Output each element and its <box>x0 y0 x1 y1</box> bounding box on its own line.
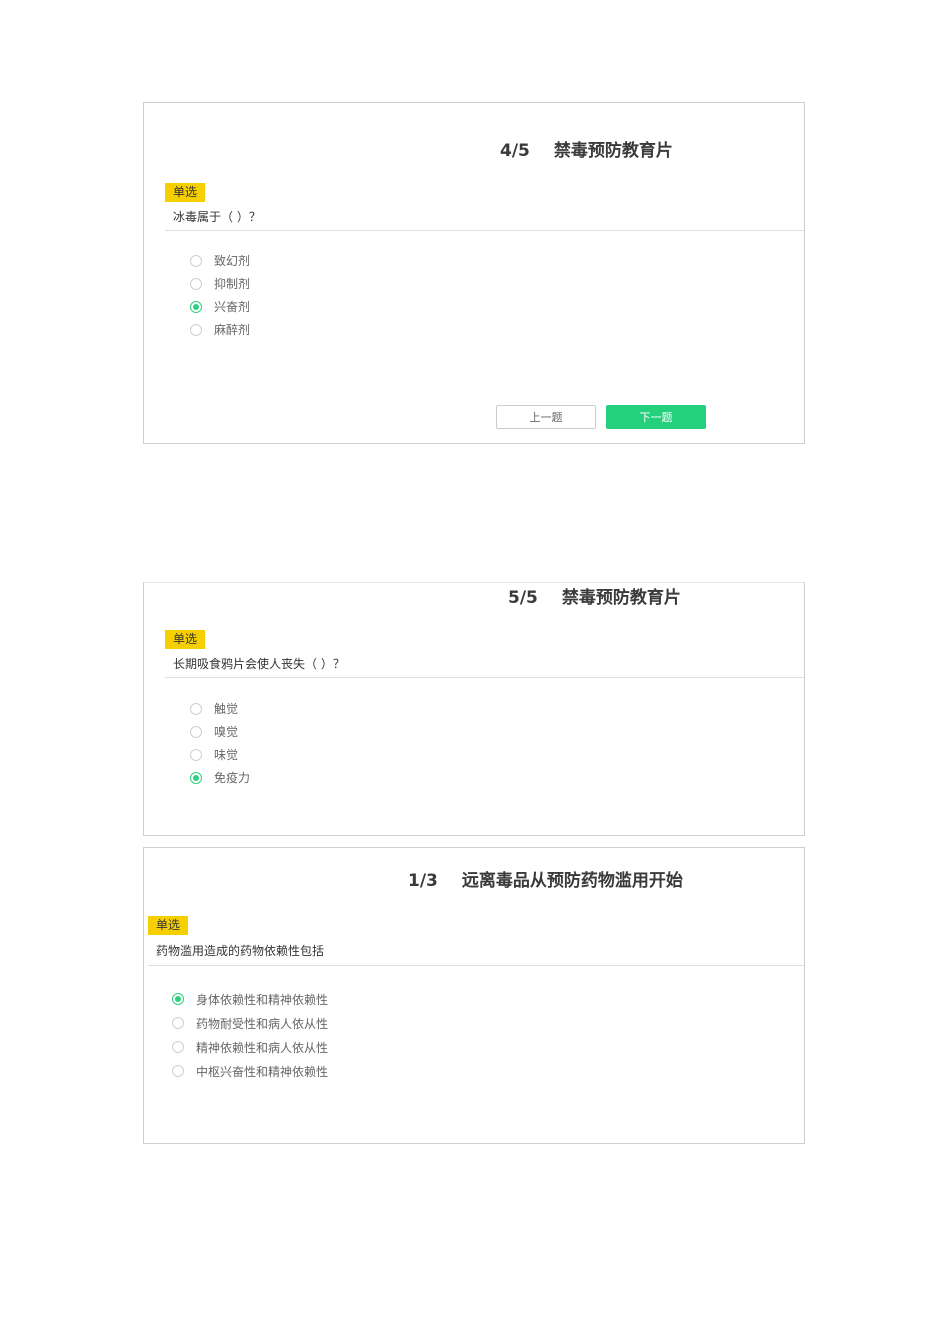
option-label: 嗅觉 <box>214 725 239 739</box>
option-label: 抑制剂 <box>214 277 251 291</box>
divider <box>165 677 804 678</box>
option-label: 致幻剂 <box>214 254 251 268</box>
card-title: 1/3 远离毒品从预防药物滥用开始 <box>408 866 683 891</box>
course-title: 禁毒预防教育片 <box>553 141 673 161</box>
radio-icon[interactable] <box>172 1041 184 1053</box>
question-text: 药物滥用造成的药物依赖性包括 <box>156 944 325 958</box>
option-label: 味觉 <box>214 748 239 762</box>
option-2[interactable]: 兴奋剂 <box>190 295 250 318</box>
quiz-card-1: 4/5 禁毒预防教育片 单选 冰毒属于（ ）？ 致幻剂 抑制剂 兴奋剂 麻醉剂 上… <box>143 102 805 444</box>
question-type-badge: 单选 <box>165 183 206 202</box>
card-title: 4/5 禁毒预防教育片 <box>500 136 673 161</box>
option-2[interactable]: 精神依赖性和病人依从性 <box>172 1035 328 1059</box>
question-text: 冰毒属于（ ）？ <box>173 210 261 224</box>
option-label: 药物耐受性和病人依从性 <box>196 1016 329 1031</box>
option-1[interactable]: 嗅觉 <box>190 720 250 743</box>
radio-icon[interactable] <box>190 725 202 738</box>
option-1[interactable]: 抑制剂 <box>190 272 250 295</box>
option-2[interactable]: 味觉 <box>190 743 250 766</box>
option-list: 身体依赖性和精神依赖性 药物耐受性和病人依从性 精神依赖性和病人依从性 中枢兴奋… <box>172 987 328 1083</box>
option-3[interactable]: 中枢兴奋性和精神依赖性 <box>172 1059 328 1083</box>
card-title: 5/5 禁毒预防教育片 <box>508 583 681 608</box>
radio-icon[interactable] <box>172 1017 184 1029</box>
option-list: 触觉 嗅觉 味觉 免疫力 <box>190 697 250 789</box>
radio-checked-icon[interactable] <box>172 993 184 1005</box>
radio-icon[interactable] <box>172 1065 184 1077</box>
radio-icon[interactable] <box>190 277 202 290</box>
option-label: 身体依赖性和精神依赖性 <box>196 992 329 1007</box>
option-label: 中枢兴奋性和精神依赖性 <box>196 1064 329 1079</box>
radio-checked-icon[interactable] <box>190 771 202 784</box>
option-3[interactable]: 麻醉剂 <box>190 318 250 341</box>
next-question-button[interactable]: 下一题 <box>606 405 706 429</box>
prev-question-button[interactable]: 上一题 <box>496 405 596 429</box>
option-0[interactable]: 致幻剂 <box>190 249 250 272</box>
question-progress: 4/5 <box>500 141 530 161</box>
radio-icon[interactable] <box>190 748 202 761</box>
option-3[interactable]: 免疫力 <box>190 766 250 789</box>
question-text: 长期吸食鸦片会使人丧失（ ）？ <box>173 657 345 671</box>
divider <box>165 230 804 231</box>
course-title: 禁毒预防教育片 <box>561 588 681 608</box>
option-list: 致幻剂 抑制剂 兴奋剂 麻醉剂 <box>190 249 250 341</box>
question-progress: 5/5 <box>508 588 538 608</box>
option-label: 触觉 <box>214 702 239 716</box>
question-type-badge: 单选 <box>148 916 189 935</box>
radio-icon[interactable] <box>190 254 202 267</box>
option-1[interactable]: 药物耐受性和病人依从性 <box>172 1011 328 1035</box>
option-label: 精神依赖性和病人依从性 <box>196 1040 329 1055</box>
option-0[interactable]: 触觉 <box>190 697 250 720</box>
divider <box>148 965 804 966</box>
radio-checked-icon[interactable] <box>190 300 202 313</box>
option-label: 免疫力 <box>214 771 251 785</box>
quiz-card-3: 1/3 远离毒品从预防药物滥用开始 单选 药物滥用造成的药物依赖性包括 身体依赖性… <box>143 847 805 1144</box>
option-0[interactable]: 身体依赖性和精神依赖性 <box>172 987 328 1011</box>
option-label: 麻醉剂 <box>214 323 251 337</box>
question-type-badge: 单选 <box>165 630 206 649</box>
option-label: 兴奋剂 <box>214 300 251 314</box>
question-progress: 1/3 <box>408 871 438 891</box>
quiz-card-2: 5/5 禁毒预防教育片 单选 长期吸食鸦片会使人丧失（ ）？ 触觉 嗅觉 味觉 免… <box>143 582 805 836</box>
radio-icon[interactable] <box>190 702 202 715</box>
course-title: 远离毒品从预防药物滥用开始 <box>461 871 683 891</box>
radio-icon[interactable] <box>190 323 202 336</box>
